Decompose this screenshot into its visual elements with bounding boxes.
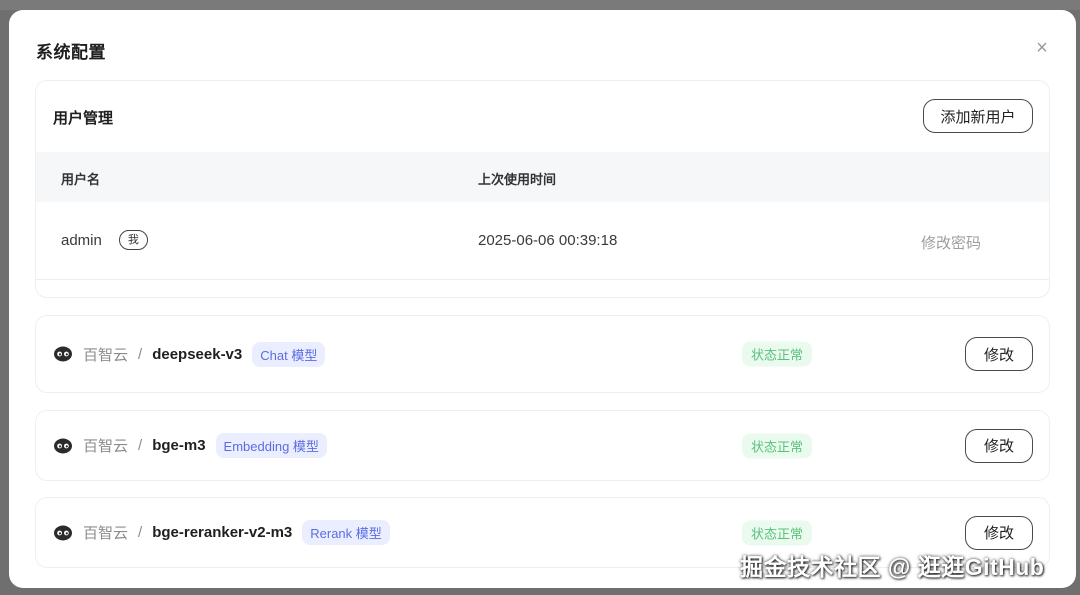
separator: /	[138, 345, 143, 363]
user-management-title: 用户管理	[53, 110, 114, 127]
model-card-bge-m3: 百智云 / bge-m3 Embedding 模型 状态正常 修改	[35, 410, 1050, 481]
me-badge: 我	[118, 230, 148, 250]
model-name: bge-reranker-v2-m3	[152, 524, 293, 541]
modal-title: 系统配置	[36, 43, 106, 62]
edit-model-button[interactable]: 修改	[965, 428, 1033, 463]
edit-model-button[interactable]: 修改	[965, 515, 1033, 550]
separator: /	[138, 524, 143, 541]
model-name: bge-m3	[152, 437, 206, 454]
column-header-username: 用户名	[61, 172, 101, 187]
provider-name: 百智云	[83, 346, 129, 364]
username-cell: admin 我	[61, 230, 148, 250]
change-password-link[interactable]: 修改密码	[921, 232, 981, 253]
backdrop	[0, 0, 1080, 10]
separator: /	[138, 437, 143, 454]
status-badge: 状态正常	[742, 520, 813, 545]
model-type-tag: Rerank 模型	[302, 520, 390, 545]
model-type-tag: Embedding 模型	[215, 433, 327, 458]
add-user-button[interactable]: 添加新用户	[923, 99, 1033, 133]
user-management-card: 用户管理 添加新用户 用户名 上次使用时间 admin 我 2025-06-06…	[35, 80, 1050, 298]
status-badge: 状态正常	[742, 433, 813, 458]
last-used-time: 2025-06-06 00:39:18	[478, 232, 618, 249]
column-header-last-used: 上次使用时间	[478, 172, 557, 187]
watermark: 掘金技术社区 @ 逛逛GitHub	[740, 554, 1045, 580]
model-type-tag: Chat 模型	[252, 341, 326, 367]
close-icon[interactable]: ×	[1030, 36, 1054, 60]
username: admin	[61, 231, 102, 249]
system-config-modal: 系统配置 × 用户管理 添加新用户 用户名 上次使用时间 admin 我 202…	[9, 10, 1076, 588]
provider-logo-icon	[53, 436, 73, 456]
provider-name: 百智云	[83, 438, 129, 455]
provider-logo-icon	[53, 344, 73, 364]
table-row: admin 我 2025-06-06 00:39:18 修改密码	[36, 202, 1049, 280]
status-badge: 状态正常	[742, 341, 813, 367]
edit-model-button[interactable]: 修改	[965, 337, 1033, 371]
model-name: deepseek-v3	[152, 345, 243, 363]
provider-name: 百智云	[83, 525, 129, 542]
user-table-header: 用户名 上次使用时间	[36, 152, 1049, 202]
provider-logo-icon	[53, 523, 73, 543]
model-card-deepseek-v3: 百智云 / deepseek-v3 Chat 模型 状态正常 修改	[35, 315, 1050, 393]
